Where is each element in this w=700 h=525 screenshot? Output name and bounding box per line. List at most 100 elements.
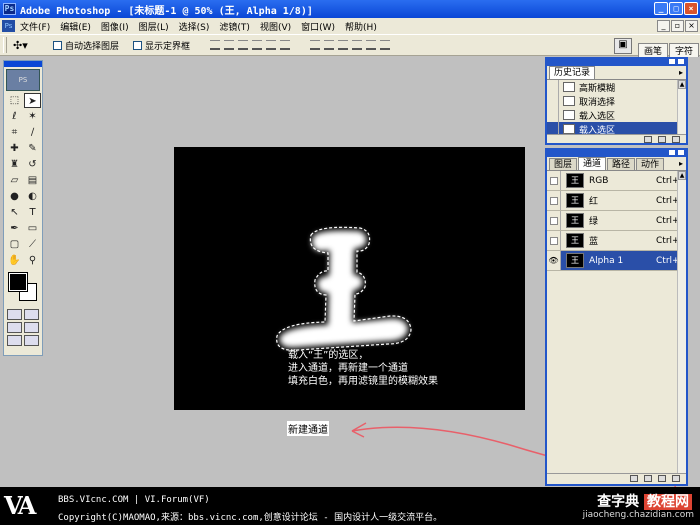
path-selection-icon[interactable]: ↖ (6, 205, 23, 220)
scroll-up-arrow-icon[interactable]: ▲ (678, 171, 686, 180)
document-icon[interactable]: Ps (2, 20, 15, 32)
auto-select-layer-checkbox[interactable]: 自动选择图层 (53, 39, 119, 52)
palette-menu-arrow-icon[interactable]: ▸ (679, 159, 683, 168)
scroll-up-arrow-icon[interactable]: ▲ (678, 80, 686, 89)
menu-view[interactable]: 视图(V) (260, 20, 291, 33)
history-source-slot[interactable] (547, 94, 559, 108)
channels-scrollbar[interactable]: ▲ (677, 171, 686, 473)
hand-tool-icon[interactable]: ✋ (6, 253, 23, 268)
jump-to-imageready-icon[interactable] (7, 335, 22, 346)
history-item-selected[interactable]: 载入选区 (547, 122, 686, 134)
gradient-tool-icon[interactable]: ▤ (24, 173, 41, 188)
pen-tool-icon[interactable]: ✒ (6, 221, 23, 236)
tab-paths[interactable]: 路径 (607, 158, 636, 170)
align-hcenter-icon[interactable] (266, 40, 277, 50)
history-item[interactable]: 高斯模糊 (547, 80, 686, 94)
history-palette-title-bar[interactable] (547, 58, 686, 66)
new-channel-icon[interactable] (658, 475, 666, 482)
trash-icon[interactable] (672, 136, 680, 143)
distribute-left-icon[interactable] (352, 40, 363, 50)
foreground-color-swatch[interactable] (8, 272, 28, 292)
align-top-icon[interactable] (210, 40, 221, 50)
standard-mode-icon[interactable] (7, 309, 22, 320)
distribute-vcenter-icon[interactable] (324, 40, 335, 50)
eraser-tool-icon[interactable]: ▱ (6, 173, 23, 188)
history-brush-icon[interactable]: ↺ (24, 157, 41, 172)
history-source-slot[interactable] (547, 108, 559, 122)
shape-tool-icon[interactable]: ▭ (24, 221, 41, 236)
save-selection-icon[interactable] (644, 475, 652, 482)
channel-visibility-toggle[interactable] (547, 191, 561, 210)
menu-edit[interactable]: 编辑(E) (60, 20, 91, 33)
menu-filter[interactable]: 滤镜(T) (219, 20, 250, 33)
palette-close-button[interactable] (677, 58, 685, 65)
doc-minimize-button[interactable]: _ (657, 20, 670, 32)
new-snapshot-icon[interactable] (658, 136, 666, 143)
checkbox-box[interactable] (53, 40, 62, 50)
distribute-hcenter-icon[interactable] (366, 40, 377, 50)
history-source-slot[interactable] (547, 122, 559, 134)
show-bounding-box-checkbox[interactable]: 显示定界框 (133, 39, 190, 52)
tool-palette-title-bar[interactable] (4, 61, 42, 67)
healing-brush-icon[interactable]: ✚ (6, 141, 23, 156)
lasso-tool-icon[interactable]: ℓ (6, 109, 23, 124)
align-right-icon[interactable] (280, 40, 291, 50)
doc-close-button[interactable]: × (685, 20, 698, 32)
marquee-tool-icon[interactable]: ⬚ (6, 93, 23, 108)
brush-tool-icon[interactable]: ✎ (24, 141, 41, 156)
palette-minimize-button[interactable] (668, 149, 676, 156)
slice-tool-icon[interactable]: ∕ (24, 125, 41, 140)
menu-file[interactable]: 文件(F) (20, 20, 50, 33)
eye-icon[interactable]: 👁 (547, 251, 561, 270)
tab-layers[interactable]: 图层 (549, 158, 578, 170)
channels-palette-title-bar[interactable] (547, 149, 686, 157)
dodge-tool-icon[interactable]: ◐ (24, 189, 41, 204)
zoom-tool-icon[interactable]: ⚲ (24, 253, 41, 268)
align-vcenter-icon[interactable] (224, 40, 235, 50)
menu-window[interactable]: 窗口(W) (301, 20, 335, 33)
crop-tool-icon[interactable]: ⌗ (6, 125, 23, 140)
history-source-slot[interactable] (547, 80, 559, 94)
minimize-button[interactable]: _ (654, 2, 668, 15)
doc-restore-button[interactable]: ▫ (671, 20, 684, 32)
adobe-feather-logo[interactable]: PS (6, 69, 40, 91)
distribute-top-icon[interactable] (310, 40, 321, 50)
quick-mask-icon[interactable] (24, 309, 39, 320)
tab-actions[interactable]: 动作 (636, 158, 665, 170)
menu-select[interactable]: 选择(S) (179, 20, 210, 33)
channel-row-red[interactable]: 王 红 Ctrl+1 (547, 191, 686, 211)
palette-menu-arrow-icon[interactable]: ▸ (679, 68, 683, 77)
checkbox-box[interactable] (133, 40, 143, 50)
screen-mode-icon[interactable] (7, 322, 22, 333)
align-left-icon[interactable] (252, 40, 263, 50)
notes-tool-icon[interactable]: ▢ (6, 237, 23, 252)
tab-brushes[interactable]: 画笔 (637, 43, 668, 57)
distribute-bottom-icon[interactable] (338, 40, 349, 50)
channel-row-alpha1[interactable]: 👁 王 Alpha 1 Ctrl+4 (547, 251, 686, 271)
distribute-right-icon[interactable] (380, 40, 391, 50)
type-tool-icon[interactable]: T (24, 205, 41, 220)
channel-row-blue[interactable]: 王 蓝 Ctrl+3 (547, 231, 686, 251)
channel-visibility-toggle[interactable] (547, 231, 561, 250)
history-item[interactable]: 取消选择 (547, 94, 686, 108)
channel-visibility-toggle[interactable] (547, 171, 561, 190)
move-tool-icon[interactable]: ➤ (24, 93, 41, 108)
channel-visibility-toggle[interactable] (547, 211, 561, 230)
maximize-button[interactable]: □ (669, 2, 683, 15)
imageready-icon[interactable] (24, 335, 39, 346)
palette-close-button[interactable] (677, 149, 685, 156)
eyedropper-tool-icon[interactable]: ⟋ (24, 237, 41, 252)
trash-icon[interactable] (672, 475, 680, 482)
menu-help[interactable]: 帮助(H) (345, 20, 377, 33)
palette-minimize-button[interactable] (668, 58, 676, 65)
tab-history[interactable]: 历史记录 (549, 66, 596, 79)
tab-channels[interactable]: 通道 (578, 157, 607, 170)
history-item[interactable]: 载入选区 (547, 108, 686, 122)
tab-character[interactable]: 字符 (668, 43, 699, 57)
new-document-icon[interactable] (644, 136, 652, 143)
channel-row-green[interactable]: 王 绿 Ctrl+2 (547, 211, 686, 231)
magic-wand-tool-icon[interactable]: ✶ (24, 109, 41, 124)
document-canvas[interactable]: 载入“王”的选区， 进入通道，再新建一个通道 填充白色，再用滤镜里的模糊效果 (174, 147, 525, 410)
menu-layer[interactable]: 图层(L) (139, 20, 169, 33)
move-tool-preset-icon[interactable]: ✣▾ (13, 37, 39, 53)
